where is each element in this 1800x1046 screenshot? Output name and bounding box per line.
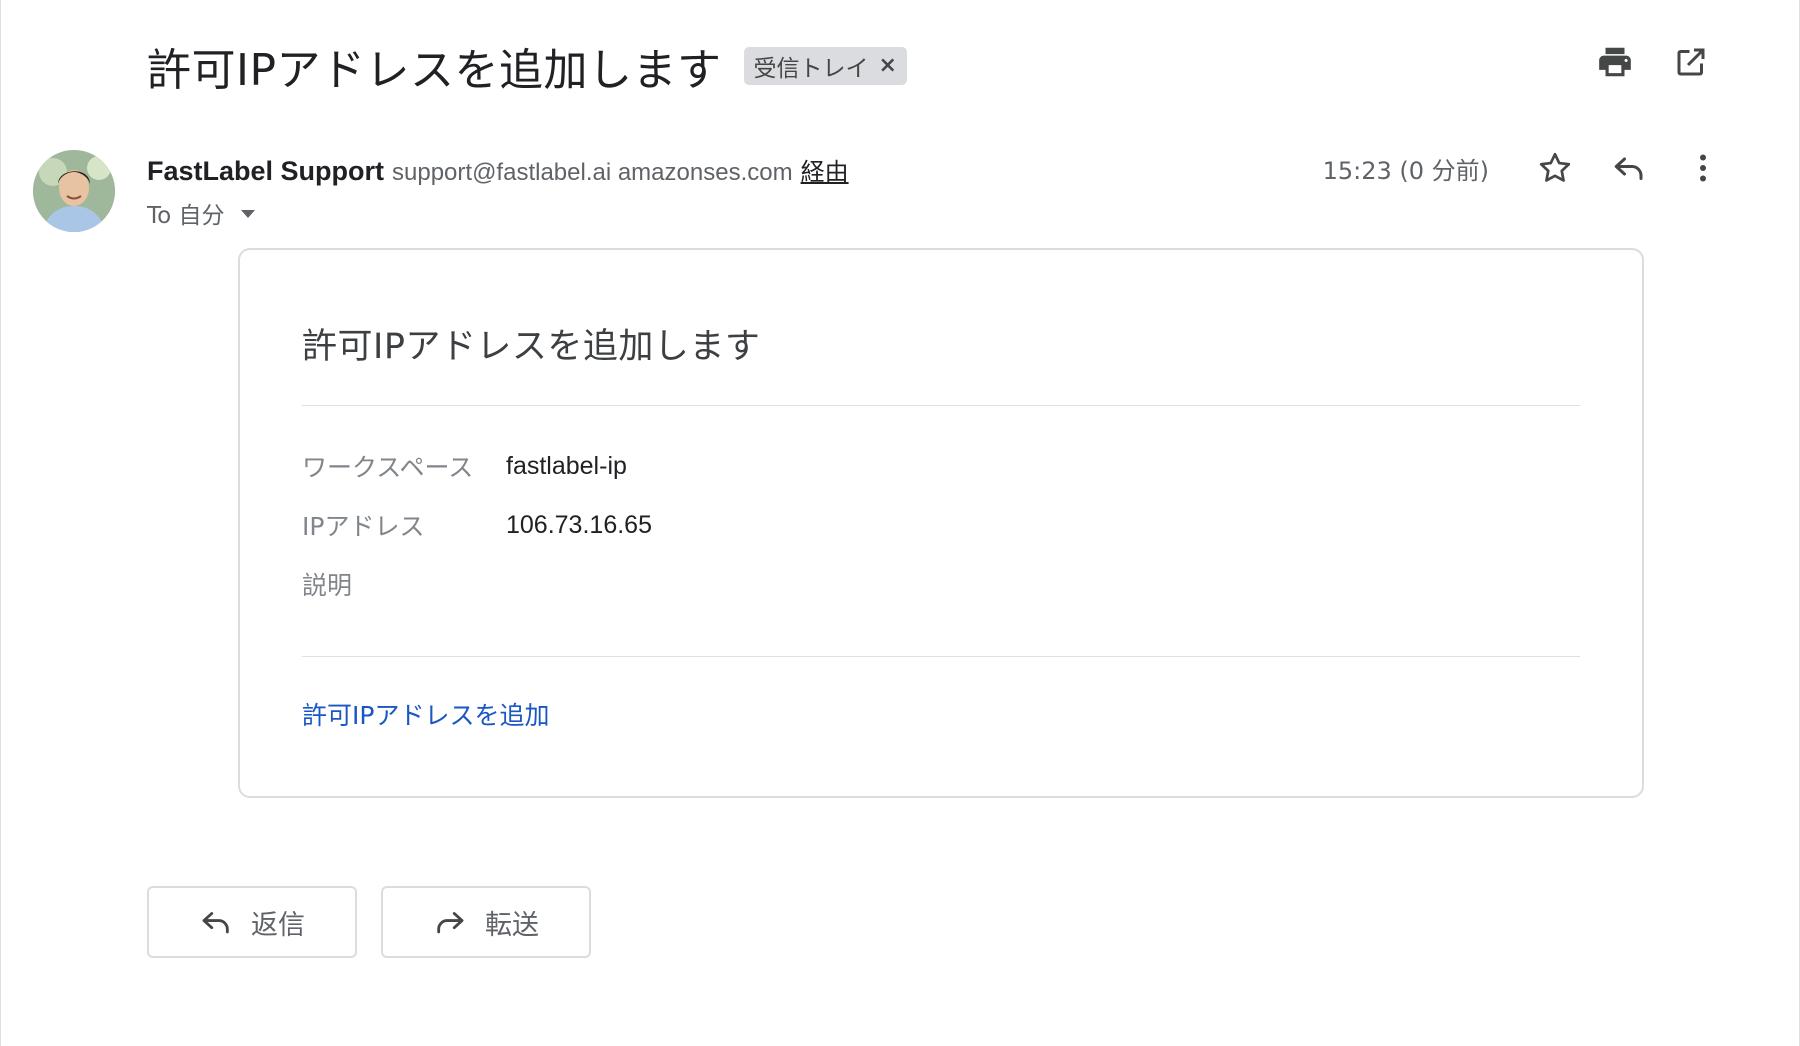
- via-link[interactable]: 経由: [801, 152, 849, 187]
- field-row-workspace: ワークスペース fastlabel-ip: [302, 448, 627, 484]
- chevron-down-icon: [240, 210, 255, 218]
- sender-avatar[interactable]: [33, 150, 115, 232]
- reply-icon: [1614, 157, 1643, 180]
- forward-bottom-button[interactable]: 転送: [381, 886, 591, 958]
- body-divider-top: [302, 405, 1580, 406]
- field-row-description: 説明: [302, 566, 506, 602]
- remove-label-icon[interactable]: ×: [879, 55, 897, 77]
- recipient-text: To 自分: [147, 203, 225, 229]
- more-vert-icon: [1700, 154, 1706, 182]
- email-subject: 許可IPアドレスを追加します: [147, 45, 722, 96]
- forward-icon: [437, 912, 464, 934]
- more-options-button[interactable]: [1683, 148, 1723, 188]
- sender-line: FastLabel Support support@fastlabel.ai a…: [147, 152, 849, 187]
- field-label: 説明: [302, 571, 353, 600]
- body-divider-bottom: [302, 656, 1580, 657]
- recipient-details-toggle[interactable]: To 自分: [147, 196, 255, 230]
- field-row-ip-address: IPアドレス 106.73.16.65: [302, 507, 652, 543]
- email-view: 許可IPアドレスを追加します 受信トレイ × FastLabel Support…: [0, 0, 1800, 1046]
- inbox-label-text: 受信トレイ: [753, 56, 869, 82]
- open-in-new-icon: [1677, 48, 1705, 76]
- thread-actions: [1595, 42, 1711, 82]
- sender-email: support@fastlabel.ai amazonses.com: [392, 159, 793, 186]
- avatar-image: [33, 150, 115, 232]
- print-icon: [1599, 47, 1631, 77]
- field-label: IPアドレス: [302, 512, 425, 541]
- star-button[interactable]: [1535, 148, 1575, 188]
- field-value: fastlabel-ip: [506, 451, 627, 480]
- add-allowed-ip-link[interactable]: 許可IPアドレスを追加: [302, 696, 549, 732]
- forward-button-label: 転送: [485, 909, 539, 941]
- message-timestamp: 15:23 (0 分前): [1322, 156, 1489, 185]
- body-title: 許可IPアドレスを追加します: [302, 327, 761, 367]
- reply-forward-buttons: 返信 転送: [147, 886, 591, 958]
- reply-icon: [202, 912, 229, 934]
- field-label: ワークスペース: [302, 453, 474, 482]
- subject-row: 許可IPアドレスを追加します 受信トレイ ×: [147, 34, 907, 98]
- inbox-label-chip[interactable]: 受信トレイ ×: [743, 47, 907, 85]
- field-value: 106.73.16.65: [506, 510, 652, 539]
- sender-name[interactable]: FastLabel Support: [147, 156, 384, 187]
- email-body-card: 許可IPアドレスを追加します ワークスペース fastlabel-ip IPアド…: [238, 248, 1644, 798]
- print-button[interactable]: [1595, 42, 1635, 82]
- reply-bottom-button[interactable]: 返信: [147, 886, 357, 958]
- open-in-new-window-button[interactable]: [1671, 42, 1711, 82]
- reply-button[interactable]: [1609, 148, 1649, 188]
- reply-button-label: 返信: [251, 909, 305, 941]
- message-actions: 15:23 (0 分前): [1323, 148, 1723, 188]
- star-icon: [1539, 152, 1571, 182]
